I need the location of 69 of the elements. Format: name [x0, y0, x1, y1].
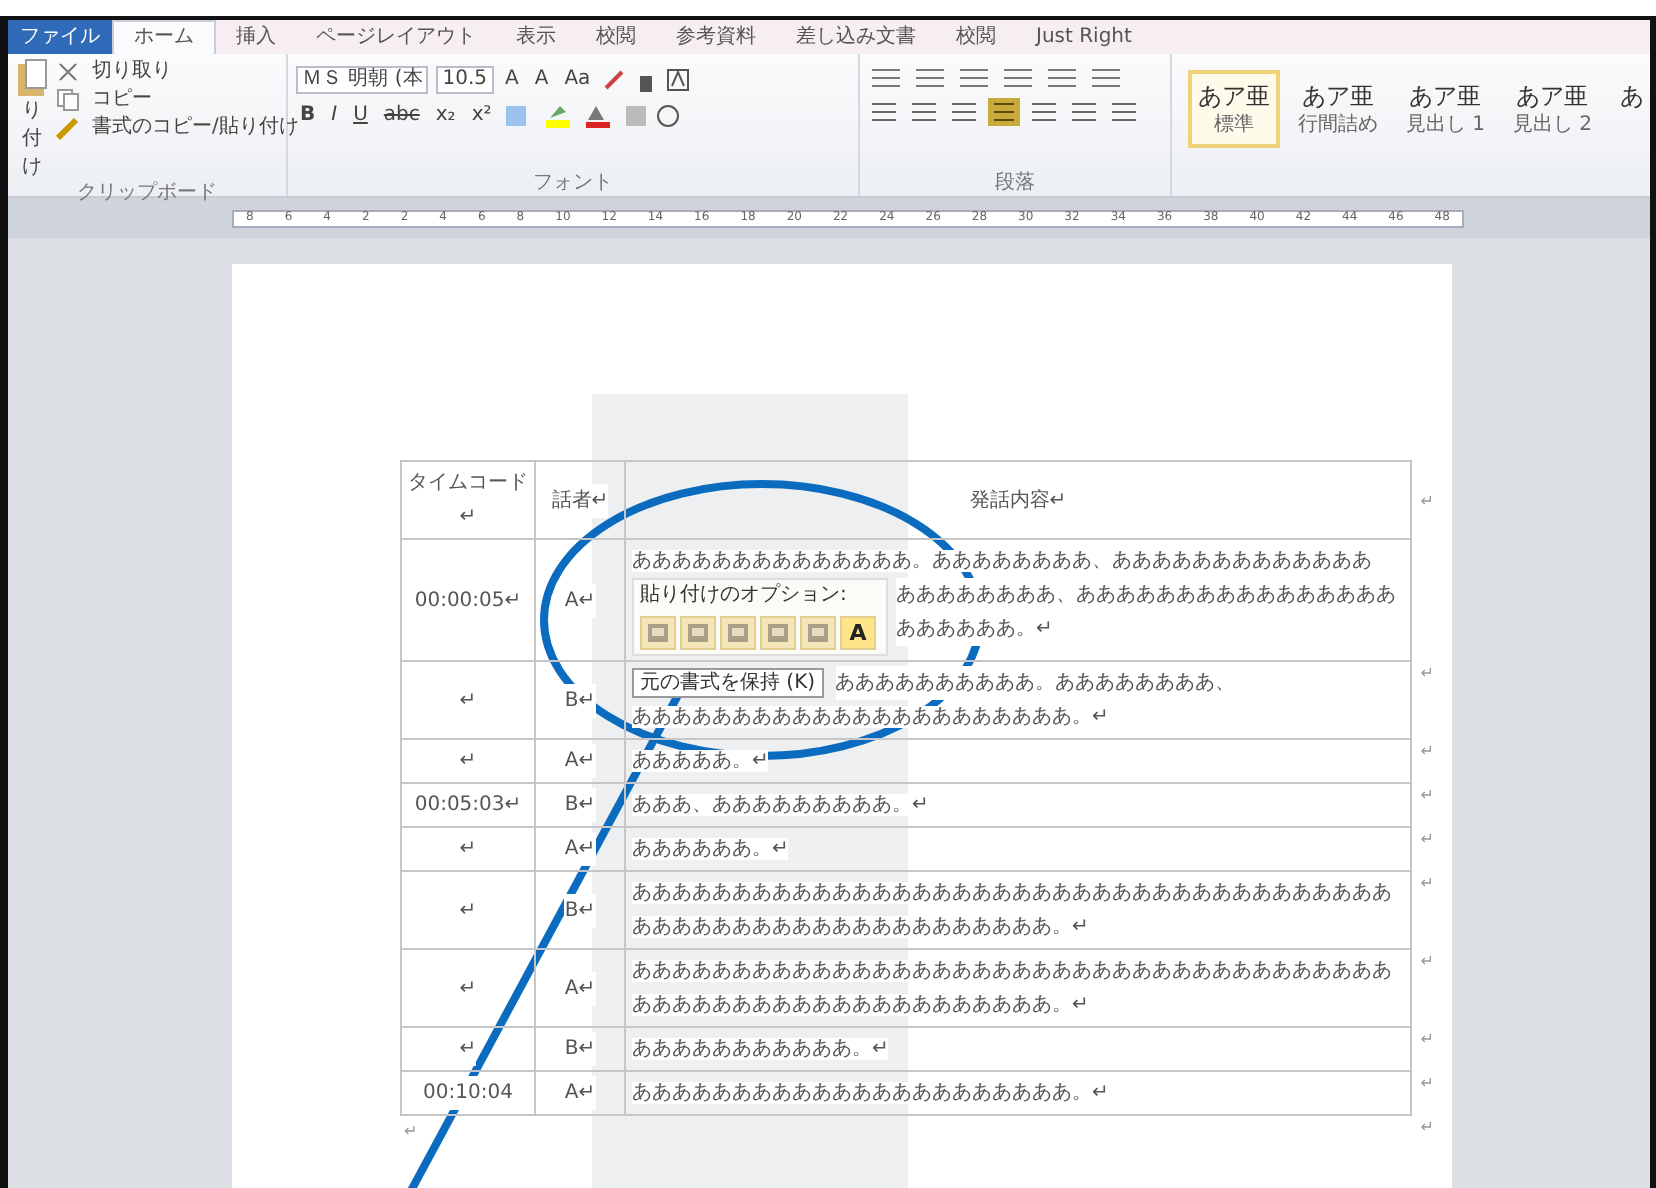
font-size-button[interactable]: A: [530, 66, 553, 94]
group-label: フォント: [531, 172, 615, 196]
end-of-row-mark: ↵: [1420, 828, 1434, 852]
end-of-row-mark: ↵: [1420, 1072, 1434, 1096]
group-label: クリップボード: [75, 182, 219, 206]
column-header: 話者↵: [551, 483, 609, 517]
tooltip: 元の書式を保持 (K): [632, 668, 824, 698]
table-cell: 00:10:04: [423, 1076, 513, 1110]
ribbon-tab[interactable]: 校閲: [576, 20, 656, 54]
copy-icon[interactable]: [56, 88, 80, 112]
format-button[interactable]: x₂: [431, 102, 460, 130]
group-label: 段落: [992, 172, 1037, 196]
end-of-row-mark: ↵: [1420, 1116, 1434, 1140]
table-cell: B↵: [564, 683, 596, 717]
clipboard-command[interactable]: コピー: [88, 86, 156, 114]
text-only-button[interactable]: A: [840, 616, 876, 650]
table-cell: A↵: [564, 583, 596, 617]
scissors-icon[interactable]: [56, 60, 80, 84]
ribbon-tab[interactable]: ホーム: [112, 20, 216, 54]
font-size-button[interactable]: Aa: [560, 66, 595, 94]
font-size-field[interactable]: 10.5: [436, 66, 494, 94]
style-gallery-item[interactable]: あ: [1610, 70, 1650, 122]
end-of-row-mark: ↵: [1420, 950, 1434, 974]
format-button[interactable]: abc: [379, 102, 424, 130]
cell-text: ああああああああああああああああああああああ。↵: [632, 1082, 1109, 1104]
style-gallery-item[interactable]: あア亜 見出し 1: [1395, 70, 1495, 148]
end-of-row-mark: ↵: [1420, 784, 1434, 808]
cell-text: あああああああああああ。↵: [632, 1038, 889, 1060]
cell-text: ああああああああああああああああああああああ。↵: [632, 706, 1109, 728]
table-cell: B↵: [564, 1032, 596, 1066]
format-button[interactable]: I: [327, 102, 342, 130]
table-cell: B↵: [564, 893, 596, 927]
style-gallery-item[interactable]: あア亜 見出し 2: [1502, 70, 1602, 148]
char-border-icon[interactable]: [666, 68, 691, 92]
paste-button[interactable]: り付け: [16, 98, 48, 182]
ribbon-tab[interactable]: Just Right: [1016, 20, 1152, 54]
font-name-field[interactable]: ＭＳ 明朝 (本: [296, 66, 429, 94]
table-cell: B↵: [564, 788, 596, 822]
end-of-row-mark: ↵: [1420, 662, 1434, 686]
cell-text: ああああああ。↵: [632, 838, 789, 860]
paste-icon[interactable]: [16, 58, 48, 98]
ribbon-tab[interactable]: 差し込み文書: [776, 20, 936, 54]
table-cell: A↵: [564, 744, 596, 778]
font-size-button[interactable]: A: [501, 66, 523, 94]
table-cell: A↵: [564, 971, 596, 1005]
cell-text: あああああ。↵: [632, 750, 769, 772]
style-gallery-item[interactable]: あア亜 行間詰め: [1287, 70, 1388, 148]
table-cell: A↵: [564, 1076, 596, 1110]
style-gallery-item[interactable]: あア亜 標準: [1187, 70, 1280, 148]
format-button[interactable]: x²: [467, 102, 496, 130]
cell-text: ああああああああああああああ。ああああああああ、あああああああああああああ: [632, 550, 1372, 572]
paste-options-title: 貼り付けのオプション:: [640, 584, 849, 608]
ribbon-tab[interactable]: 校閲: [936, 20, 1016, 54]
ribbon-tab[interactable]: 表示: [496, 20, 576, 54]
cell-text: あああ、あああああああああ。↵: [632, 794, 929, 816]
highlight-icon[interactable]: [543, 104, 576, 128]
end-of-row-mark: ↵: [1420, 872, 1434, 896]
format-button[interactable]: U: [349, 102, 372, 130]
font-color-icon[interactable]: [583, 104, 616, 128]
end-of-row-mark: ↵: [1420, 489, 1434, 513]
end-of-row-mark: ↵: [1420, 1028, 1434, 1052]
end-of-row-mark: ↵: [1420, 740, 1434, 764]
justify-icon[interactable]: [988, 98, 1021, 126]
ribbon-tab[interactable]: ページレイアウト: [296, 20, 496, 54]
ribbon-tab[interactable]: 挿入: [216, 20, 296, 54]
table-cell: A↵: [564, 832, 596, 866]
file-tab[interactable]: ファイル: [8, 20, 112, 54]
clipboard-command[interactable]: 切り取り: [88, 58, 176, 86]
ribbon-tab[interactable]: 参考資料: [656, 20, 776, 54]
